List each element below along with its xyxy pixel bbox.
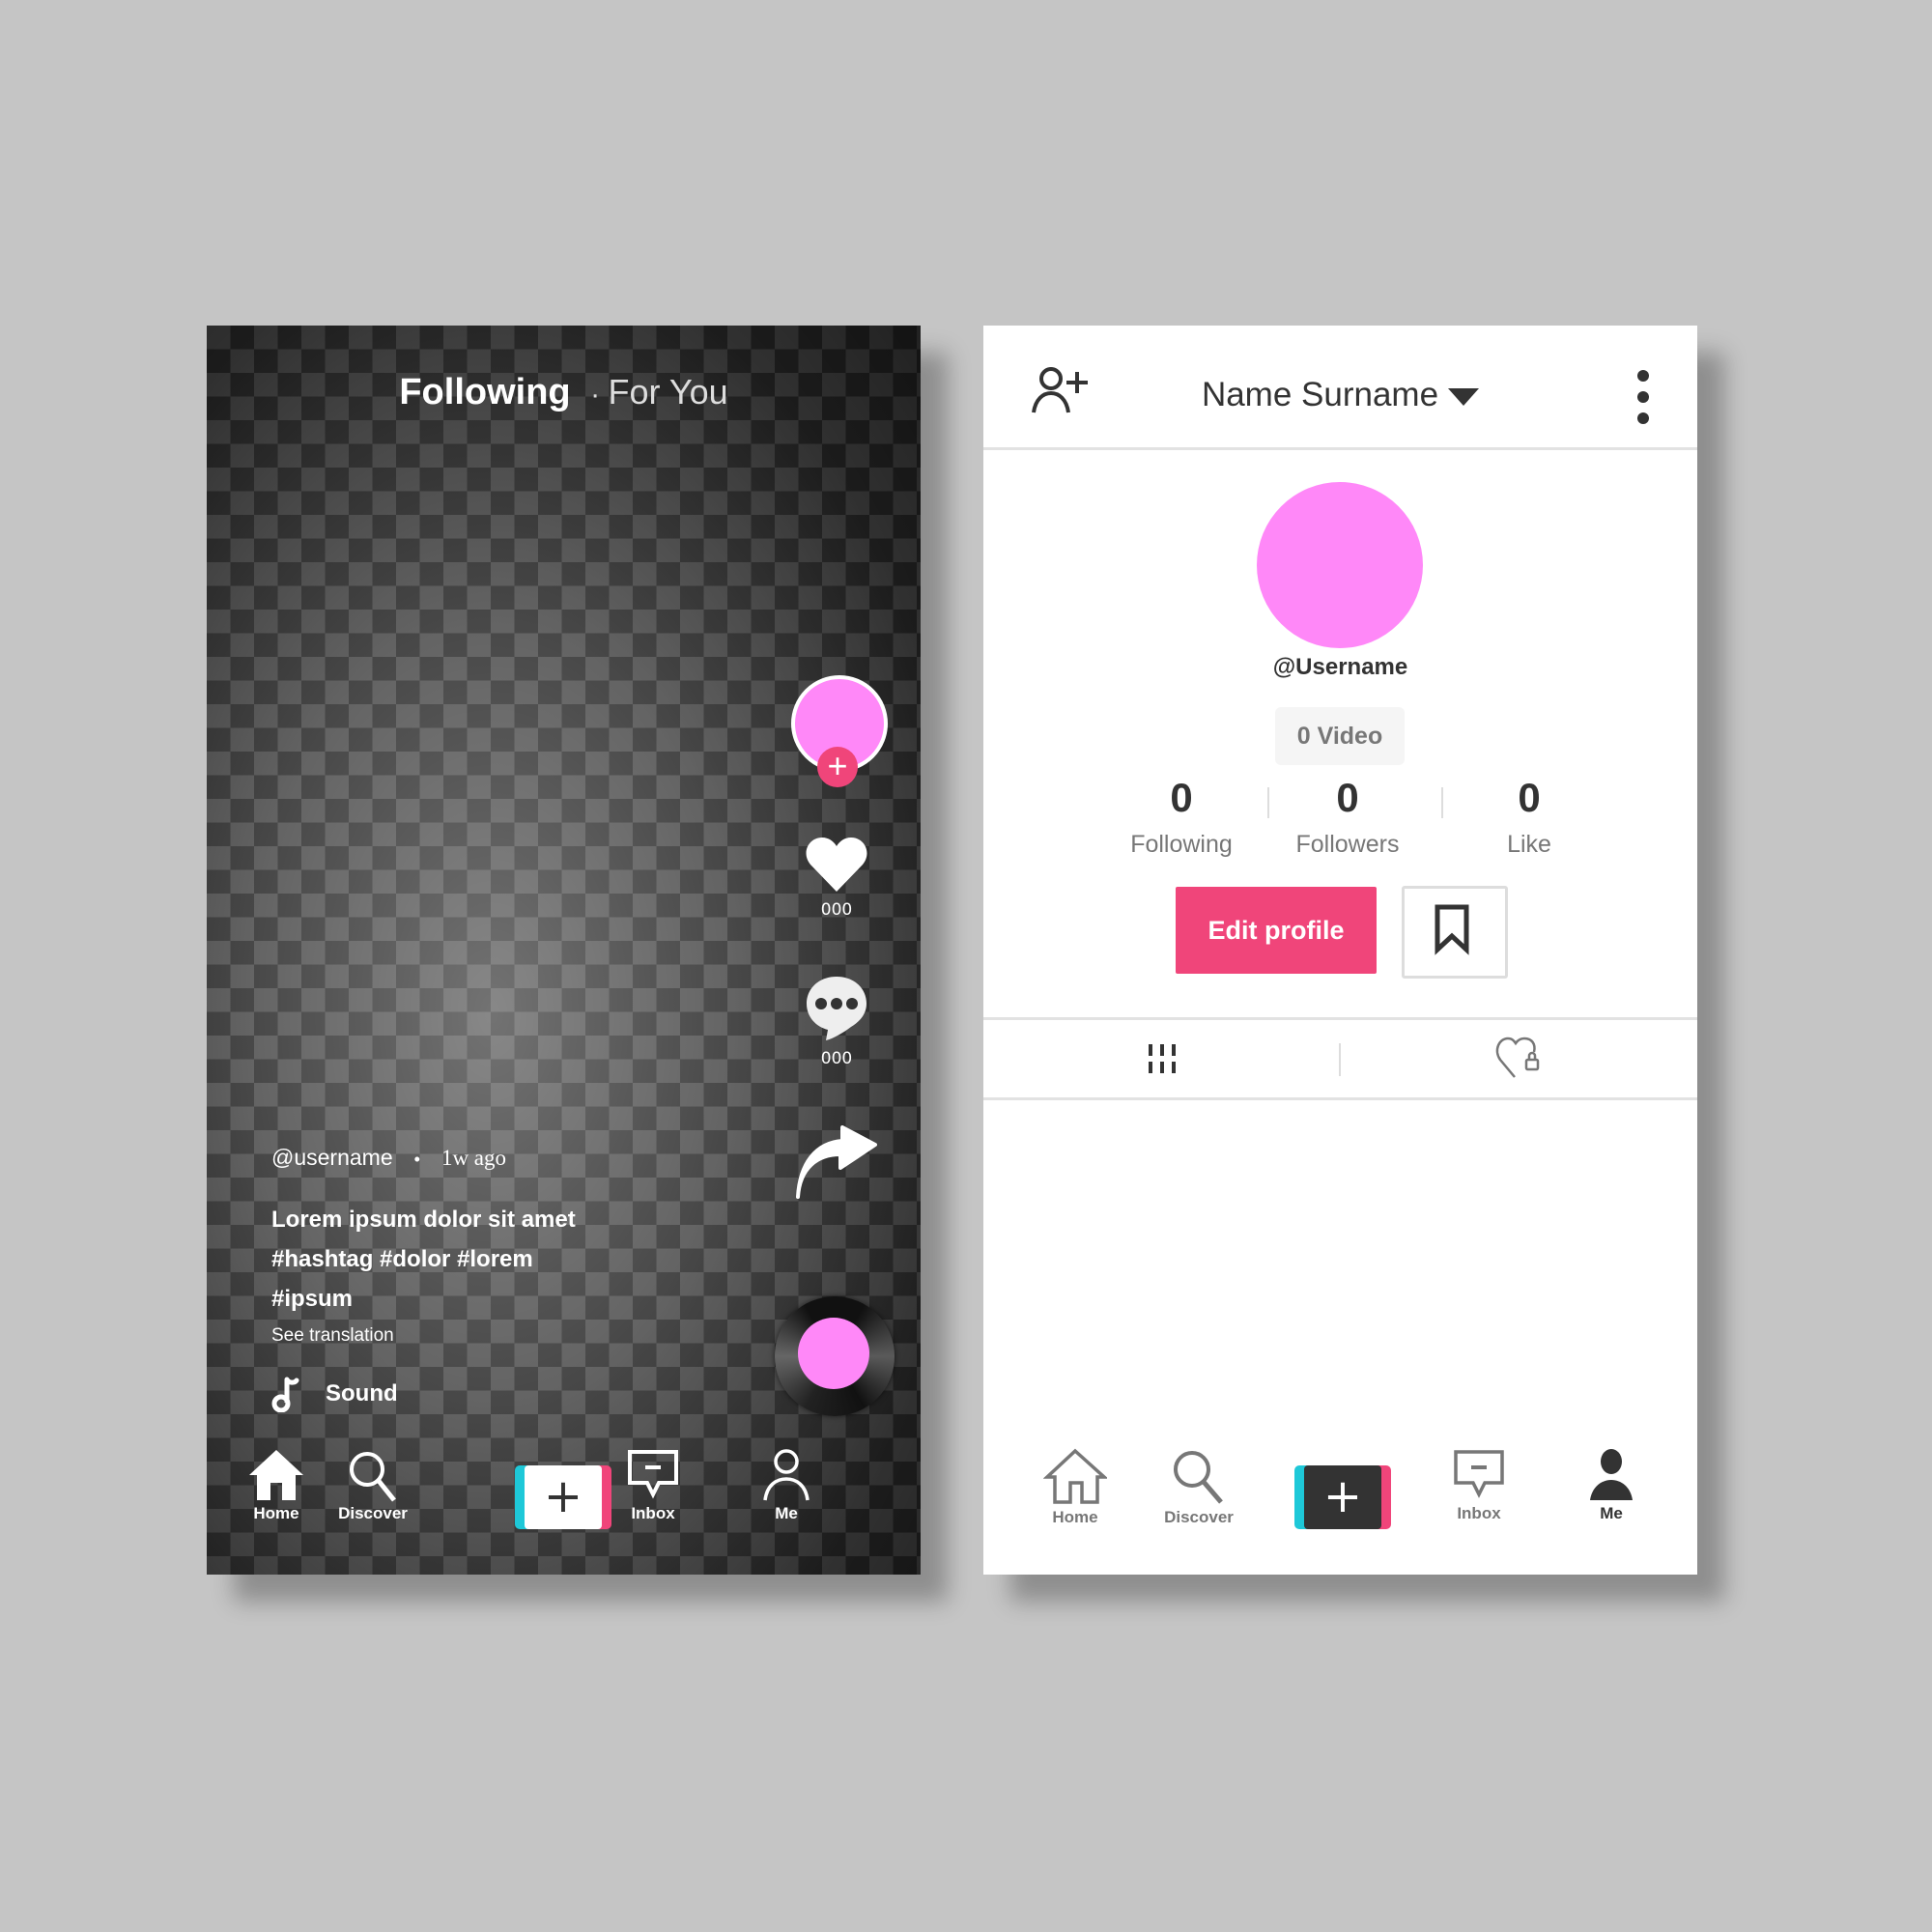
grid-icon — [1148, 1044, 1176, 1073]
share-icon — [796, 1125, 877, 1199]
stat-followers[interactable]: 0 Followers — [1265, 775, 1430, 859]
nav-inbox[interactable]: Inbox — [1426, 1448, 1532, 1523]
follow-button[interactable]: + — [817, 747, 858, 787]
nav-home[interactable]: Home — [223, 1448, 329, 1523]
post-description: Lorem ipsum dolor sit amet #hashtag #dol… — [271, 1200, 576, 1319]
nav-discover[interactable]: Discover — [320, 1448, 426, 1523]
sound-link[interactable]: Sound — [271, 1376, 398, 1412]
plus-icon: + — [1304, 1465, 1381, 1529]
nav-me-label: Me — [775, 1504, 798, 1522]
user-icon — [1590, 1449, 1633, 1500]
disc-cover — [798, 1318, 869, 1389]
nav-home[interactable]: Home — [1022, 1448, 1128, 1527]
bookmarks-button[interactable] — [1402, 886, 1508, 979]
create-button[interactable]: + — [515, 1465, 611, 1529]
description-line[interactable]: #ipsum — [271, 1279, 576, 1319]
tab-following[interactable]: Following — [399, 372, 570, 412]
home-icon — [249, 1450, 303, 1500]
see-translation-link[interactable]: See translation — [271, 1325, 394, 1347]
nav-me[interactable]: Me — [1558, 1448, 1664, 1523]
post-time: 1w ago — [440, 1146, 507, 1170]
profile-name-dropdown[interactable]: Name Surname — [983, 376, 1697, 414]
music-note-icon — [271, 1377, 299, 1412]
stat-label: Followers — [1295, 831, 1400, 858]
plus-icon: + — [525, 1465, 602, 1529]
nav-discover-label: Discover — [338, 1504, 408, 1522]
bottom-nav: Home Discover + Inbox Me — [983, 1448, 1697, 1554]
home-icon — [1043, 1448, 1107, 1504]
stat-divider — [1441, 787, 1443, 818]
share-button[interactable] — [788, 1125, 885, 1204]
user-icon — [763, 1449, 810, 1501]
profile-username: @Username — [1272, 654, 1408, 680]
more-options-icon[interactable] — [1637, 370, 1649, 434]
video-count-badge: 0 Video — [1275, 707, 1405, 765]
description-line[interactable]: #hashtag #dolor #lorem — [271, 1239, 576, 1279]
heart-lock-icon — [1495, 1037, 1539, 1078]
stat-value: 0 — [1336, 775, 1359, 820]
search-icon — [1174, 1451, 1223, 1504]
inbox-icon — [1454, 1450, 1504, 1498]
description-line: Lorem ipsum dolor sit amet — [271, 1207, 576, 1233]
profile-avatar[interactable] — [1257, 482, 1423, 648]
tab-videos[interactable] — [983, 1020, 1340, 1097]
stat-value: 0 — [1518, 775, 1541, 820]
post-meta: @username • 1w ago — [271, 1145, 506, 1171]
stat-label: Following — [1130, 831, 1233, 858]
nav-discover[interactable]: Discover — [1146, 1448, 1252, 1527]
nav-home-label: Home — [253, 1504, 299, 1522]
nav-inbox[interactable]: Inbox — [600, 1448, 706, 1523]
nav-inbox-label: Inbox — [631, 1504, 675, 1522]
profile-name: Name Surname — [1201, 376, 1439, 413]
profile-screen: Name Surname @Username 0 Video 0 Followi… — [983, 326, 1697, 1575]
feed-screen: Following · For You + 000 000 @username •… — [207, 326, 921, 1575]
nav-discover-label: Discover — [1164, 1508, 1234, 1526]
create-button[interactable]: + — [1294, 1465, 1391, 1529]
like-button[interactable]: 000 — [788, 836, 885, 920]
post-username[interactable]: @username — [271, 1145, 393, 1170]
tab-for-you[interactable]: For You — [609, 372, 728, 412]
nav-me-label: Me — [1600, 1504, 1623, 1522]
nav-home-label: Home — [1052, 1508, 1098, 1526]
stat-likes[interactable]: 0 Like — [1447, 775, 1611, 859]
tab-liked-private[interactable] — [1341, 1020, 1697, 1097]
comment-icon — [807, 977, 867, 1040]
comments-count: 000 — [820, 1049, 853, 1068]
heart-icon — [806, 838, 867, 892]
stat-following[interactable]: 0 Following — [1099, 775, 1264, 859]
edit-profile-button[interactable]: Edit profile — [1176, 887, 1377, 974]
search-icon — [350, 1452, 396, 1502]
stat-label: Like — [1507, 831, 1551, 858]
comment-button[interactable]: 000 — [788, 975, 885, 1068]
tab-separator: · — [590, 379, 601, 411]
profile-content-tabs — [983, 1017, 1697, 1100]
sound-label: Sound — [326, 1380, 398, 1406]
likes-count: 000 — [820, 900, 853, 920]
sound-disc[interactable] — [775, 1296, 895, 1416]
nav-inbox-label: Inbox — [1457, 1504, 1501, 1522]
feed-tabs: Following · For You — [207, 372, 921, 413]
inbox-icon — [628, 1450, 678, 1499]
bottom-nav: Home Discover + Inbox Me — [207, 1448, 921, 1554]
nav-me[interactable]: Me — [733, 1448, 839, 1523]
bookmark-icon — [1435, 904, 1469, 955]
caret-down-icon — [1448, 387, 1480, 406]
profile-header: Name Surname — [983, 326, 1697, 450]
stat-value: 0 — [1170, 775, 1193, 820]
meta-dot: • — [413, 1150, 420, 1169]
